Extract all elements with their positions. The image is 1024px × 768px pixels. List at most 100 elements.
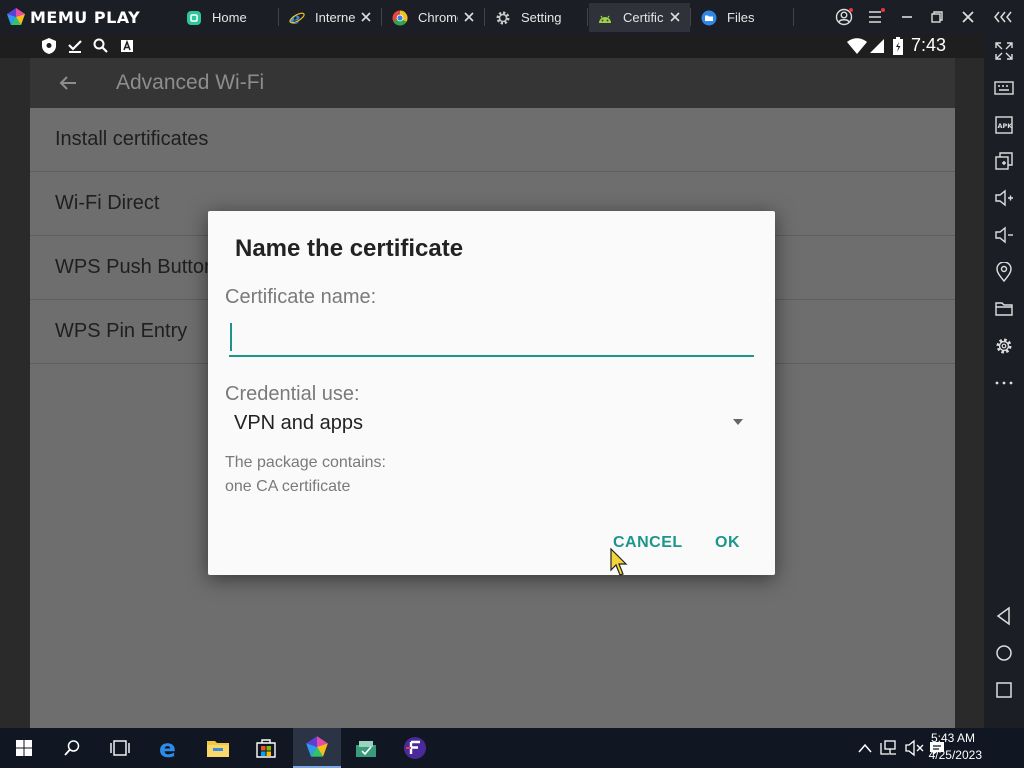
svg-text:e: e [159, 736, 176, 760]
network-icon[interactable] [880, 739, 898, 757]
settings-gear-icon [495, 10, 511, 26]
credential-use-dropdown[interactable]: VPN and apps [225, 408, 750, 438]
android-icon [597, 10, 613, 26]
package-contents-value: one CA certificate [225, 478, 351, 495]
tab-files[interactable]: Files [693, 3, 793, 32]
list-item-label: WPS Pin Entry [55, 320, 188, 342]
status-bar-time: 7:43 [910, 35, 946, 55]
collapse-sidebar-button[interactable] [991, 5, 1015, 29]
memu-logo: MEMU PLAY [6, 7, 140, 27]
file-explorer-icon [207, 741, 229, 757]
tab-settings[interactable]: Setting [487, 3, 587, 32]
taskbar-search-button[interactable] [48, 728, 96, 768]
tab-label: Setting [521, 10, 562, 25]
location-pin-icon[interactable] [994, 262, 1014, 282]
cellular-signal-icon [870, 39, 884, 53]
folder-icon[interactable] [994, 299, 1014, 319]
notifications-icon[interactable] [928, 739, 946, 757]
memu-right-toolbar: APK [984, 34, 1024, 728]
close-icon [962, 11, 974, 23]
tab-separator [484, 8, 485, 26]
task-view-icon [110, 740, 130, 756]
tab-internet[interactable]: e Interne [281, 3, 381, 32]
package-contents-label: The package contains: [225, 454, 386, 471]
hamburger-menu-icon [869, 8, 885, 23]
download-done-icon [68, 40, 82, 53]
tab-label: Chrome [418, 10, 458, 25]
back-arrow-icon[interactable] [58, 73, 78, 93]
volume-up-icon[interactable] [994, 188, 1014, 208]
triple-chevron-left-icon [994, 11, 1012, 23]
volume-muted-icon[interactable] [904, 739, 924, 757]
close-window-button[interactable] [956, 5, 980, 29]
tab-separator [278, 8, 279, 26]
more-options-icon[interactable] [994, 373, 1014, 393]
memu-gem-icon [7, 8, 25, 25]
close-icon[interactable] [462, 10, 476, 24]
android-status-bar: 7:43 [0, 34, 984, 58]
tab-label: Files [727, 10, 755, 25]
menu-button[interactable] [864, 5, 888, 29]
tab-separator [587, 8, 588, 26]
taskbar-memu[interactable] [293, 728, 341, 768]
close-icon[interactable] [668, 10, 682, 24]
minimize-icon [902, 16, 912, 18]
windows-logo-icon [16, 740, 32, 756]
taskbar-store[interactable] [242, 728, 290, 768]
ok-button[interactable]: OK [715, 534, 740, 552]
files-icon [701, 10, 717, 26]
tab-label: Interne [315, 10, 355, 25]
wifi-icon [847, 38, 867, 54]
credential-use-label: Credential use: [225, 383, 360, 405]
text-caret [230, 323, 232, 351]
list-item-label: Wi-Fi Direct [55, 192, 160, 214]
memu-gem-icon [306, 736, 328, 757]
user-account-icon [835, 8, 853, 26]
chrome-icon [392, 9, 408, 26]
multi-memu-icon [356, 741, 376, 757]
settings-gear-icon[interactable] [994, 336, 1014, 356]
memu-logo-text: MEMU PLAY [30, 7, 141, 27]
tab-label: Certific [623, 10, 664, 25]
android-home-icon[interactable] [994, 643, 1014, 663]
search-icon [93, 38, 108, 53]
store-bag-icon [256, 739, 276, 758]
multi-instance-icon[interactable] [994, 151, 1014, 171]
list-item-label: WPS Push Button [55, 256, 216, 278]
windows-taskbar: e 5:43 AM 4/25/2023 [0, 728, 1024, 768]
android-back-icon[interactable] [994, 606, 1014, 626]
apk-install-icon[interactable]: APK [994, 115, 1014, 135]
keyboard-icon[interactable] [994, 78, 1014, 98]
name-certificate-dialog: Name the certificate Certificate name: C… [208, 211, 775, 575]
tab-separator [690, 8, 691, 26]
account-button[interactable] [832, 5, 856, 29]
memu-title-bar: MEMU PLAY Home e Interne Chrome Setting [0, 0, 1024, 34]
search-icon [64, 740, 80, 756]
tab-certificate[interactable]: Certific [589, 3, 690, 32]
task-view-button[interactable] [96, 728, 144, 768]
minimize-button[interactable] [895, 5, 919, 29]
list-item-install-certificates[interactable]: Install certificates [30, 108, 955, 172]
fullscreen-icon[interactable] [994, 41, 1014, 61]
restore-button[interactable] [925, 5, 949, 29]
close-icon[interactable] [359, 10, 373, 24]
chevron-up-icon[interactable] [858, 742, 872, 754]
taskbar-multi-memu[interactable] [342, 728, 390, 768]
shield-icon [42, 38, 56, 54]
volume-down-icon[interactable] [994, 225, 1014, 245]
certificate-name-label: Certificate name: [225, 286, 377, 308]
certificate-name-input[interactable] [229, 317, 754, 357]
start-button[interactable] [0, 728, 48, 768]
tab-home[interactable]: Home [178, 3, 278, 32]
tab-label: Home [212, 10, 247, 25]
taskbar-edge[interactable]: e [146, 728, 194, 768]
android-recents-icon[interactable] [994, 680, 1014, 700]
taskbar-file-explorer[interactable] [194, 728, 242, 768]
battery-charging-icon [893, 37, 903, 55]
taskbar-app-f[interactable] [391, 728, 439, 768]
page-title: Advanced Wi-Fi [116, 71, 265, 94]
app-bar: Advanced Wi-Fi [30, 58, 955, 108]
tab-separator [793, 8, 794, 26]
svg-text:APK: APK [998, 122, 1014, 130]
tab-chrome[interactable]: Chrome [384, 3, 484, 32]
